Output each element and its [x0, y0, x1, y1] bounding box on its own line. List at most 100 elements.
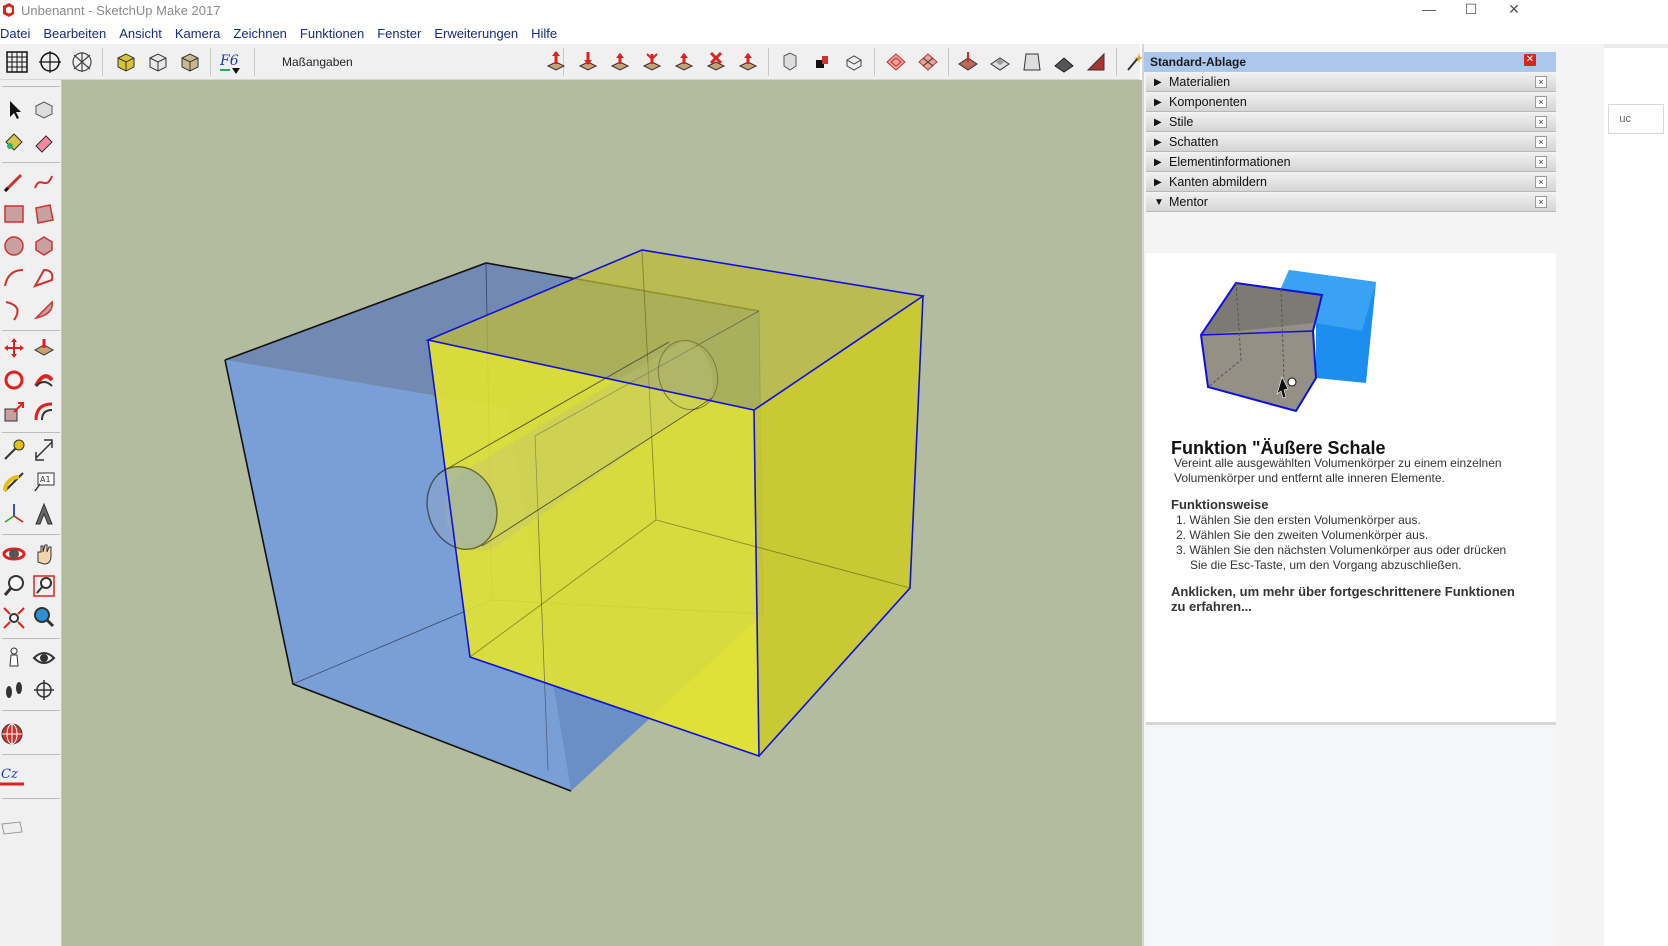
- view-back-icon[interactable]: [672, 50, 696, 74]
- tape-measure-icon[interactable]: [2, 438, 26, 462]
- crosshair-icon[interactable]: [38, 50, 62, 74]
- menu-bearbeiten[interactable]: Bearbeiten: [43, 24, 106, 44]
- panel-mentor[interactable]: ▼ Mentor ×: [1146, 193, 1556, 212]
- scale-icon[interactable]: [2, 400, 26, 424]
- menu-hilfe[interactable]: Hilfe: [531, 24, 557, 44]
- protractor-icon[interactable]: [2, 470, 26, 494]
- section-plane-icon[interactable]: [32, 678, 56, 702]
- textured-box-icon[interactable]: [178, 50, 202, 74]
- offset-icon[interactable]: [32, 400, 56, 424]
- select-arrow-icon[interactable]: [2, 98, 26, 122]
- stamp-icon[interactable]: [988, 50, 1012, 74]
- arc-icon[interactable]: [2, 266, 26, 290]
- walk-footprints-icon[interactable]: [2, 678, 26, 702]
- panel-schatten[interactable]: ▶ Schatten ×: [1146, 133, 1556, 152]
- flip-edge-icon[interactable]: [1084, 50, 1108, 74]
- eraser-icon[interactable]: [32, 130, 56, 154]
- orbit-icon[interactable]: [2, 542, 26, 566]
- rotated-rectangle-icon[interactable]: [32, 202, 56, 226]
- panel-close-button[interactable]: ×: [1535, 196, 1547, 208]
- menu-erweiterungen[interactable]: Erweiterungen: [434, 24, 518, 44]
- xray-box-icon[interactable]: [146, 50, 170, 74]
- look-around-eye-icon[interactable]: [32, 646, 56, 670]
- 3d-text-icon[interactable]: [32, 502, 56, 526]
- text-icon[interactable]: A1: [32, 470, 56, 494]
- mentor-advanced-link[interactable]: Anklicken, um mehr über fortgeschrittene…: [1171, 584, 1531, 614]
- shaded-box-icon[interactable]: [114, 50, 138, 74]
- outer-shell-illustration: [1199, 270, 1376, 413]
- tray-close-button[interactable]: ✕: [1524, 54, 1536, 66]
- view-top-icon[interactable]: [576, 50, 600, 74]
- circle-icon[interactable]: [2, 234, 26, 258]
- view-iso-icon[interactable]: [544, 50, 568, 74]
- make-component-icon[interactable]: [32, 98, 56, 122]
- solid-outer-shell-icon[interactable]: [778, 50, 802, 74]
- zoom-icon[interactable]: [2, 574, 26, 598]
- previous-view-icon[interactable]: [32, 606, 56, 630]
- follow-me-icon[interactable]: [32, 368, 56, 392]
- panel-elementinformationen[interactable]: ▶ Elementinformationen ×: [1146, 153, 1556, 172]
- solid-union-icon[interactable]: [842, 50, 866, 74]
- dimension-icon[interactable]: [32, 438, 56, 462]
- maximize-button[interactable]: ☐: [1448, 0, 1494, 22]
- rotate-icon[interactable]: [2, 368, 26, 392]
- sketchup-window: Unbenannt - SketchUp Make 2017 — ☐ ✕ Dat…: [0, 0, 1668, 946]
- view-front-icon[interactable]: [608, 50, 632, 74]
- menu-ansicht[interactable]: Ansicht: [119, 24, 162, 44]
- freehand-icon[interactable]: [32, 170, 56, 194]
- zoom-window-icon[interactable]: [32, 574, 56, 598]
- position-camera-icon[interactable]: [2, 646, 26, 670]
- panel-materialien[interactable]: ▶ Materialien ×: [1146, 73, 1556, 92]
- pan-hand-icon[interactable]: [32, 542, 56, 566]
- panel-kanten-abmildern[interactable]: ▶ Kanten abmildern ×: [1146, 173, 1556, 192]
- polygon-icon[interactable]: [32, 234, 56, 258]
- panel-close-button[interactable]: ×: [1535, 136, 1547, 148]
- panel-label: Komponenten: [1169, 95, 1247, 109]
- rectangle-icon[interactable]: [2, 202, 26, 226]
- panel-stile[interactable]: ▶ Stile ×: [1146, 113, 1556, 132]
- panel-label: Kanten abmildern: [1169, 175, 1267, 189]
- search-field[interactable]: uc: [1608, 104, 1664, 134]
- model-canvas[interactable]: [62, 80, 1142, 946]
- smoove-icon[interactable]: [956, 50, 980, 74]
- zoom-extents-icon[interactable]: [2, 606, 26, 630]
- menu-kamera[interactable]: Kamera: [175, 24, 221, 44]
- pie-icon[interactable]: [32, 298, 56, 322]
- menu-datei[interactable]: Datei: [0, 24, 30, 44]
- view-right-icon[interactable]: [640, 50, 664, 74]
- panel-close-button[interactable]: ×: [1535, 96, 1547, 108]
- move-icon[interactable]: [2, 336, 26, 360]
- push-pull-icon[interactable]: [32, 336, 56, 360]
- grid-icon[interactable]: [5, 50, 29, 74]
- view-left-icon[interactable]: [704, 50, 728, 74]
- pencil-line-icon[interactable]: [2, 170, 26, 194]
- extension-icon[interactable]: [0, 816, 24, 840]
- minimize-button[interactable]: —: [1406, 0, 1452, 22]
- panel-close-button[interactable]: ×: [1535, 156, 1547, 168]
- panel-close-button[interactable]: ×: [1535, 176, 1547, 188]
- paint-bucket-icon[interactable]: [2, 130, 26, 154]
- close-window-button[interactable]: ✕: [1491, 0, 1537, 22]
- axes-tool-icon[interactable]: [2, 502, 26, 526]
- ruby-console-icon[interactable]: Cz: [0, 762, 24, 786]
- sandbox-scratch-icon[interactable]: [916, 50, 940, 74]
- add-detail-icon[interactable]: [1052, 50, 1076, 74]
- geo-location-icon[interactable]: [0, 722, 24, 746]
- arc-3pt-icon[interactable]: [2, 298, 26, 322]
- default-tray: Standard-Ablage ✕ ▶ Materialien × ▶ Komp…: [1142, 44, 1604, 946]
- drape-icon[interactable]: [1020, 50, 1044, 74]
- view-bottom-icon[interactable]: [736, 50, 760, 74]
- style-icon[interactable]: F6: [218, 50, 242, 74]
- sandbox-contours-icon[interactable]: [884, 50, 908, 74]
- solid-intersect-icon[interactable]: [810, 50, 834, 74]
- panel-komponenten[interactable]: ▶ Komponenten ×: [1146, 93, 1556, 112]
- menu-funktionen[interactable]: Funktionen: [300, 24, 364, 44]
- arc-2pt-icon[interactable]: [32, 266, 56, 290]
- 3d-viewport[interactable]: [62, 80, 1142, 946]
- axes-icon[interactable]: [70, 50, 94, 74]
- panel-close-button[interactable]: ×: [1535, 116, 1547, 128]
- menu-zeichnen[interactable]: Zeichnen: [233, 24, 286, 44]
- menu-fenster[interactable]: Fenster: [377, 24, 421, 44]
- panel-close-button[interactable]: ×: [1535, 76, 1547, 88]
- expanded-triangle-icon: ▼: [1154, 197, 1164, 208]
